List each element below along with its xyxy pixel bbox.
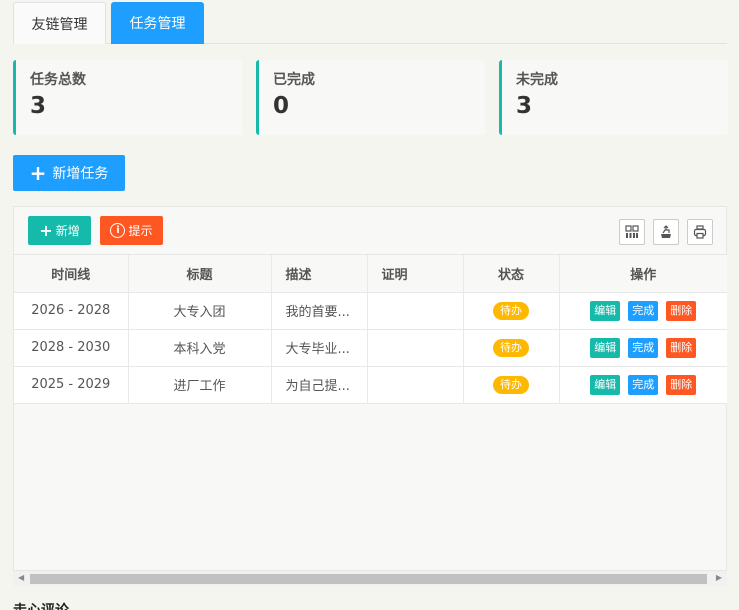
cell-actions: 编辑 完成 删除 xyxy=(559,366,727,404)
column-header-description: 描述 xyxy=(271,255,368,293)
column-header-proof: 证明 xyxy=(367,255,464,293)
export-icon[interactable] xyxy=(653,219,679,245)
toolbar-tip-label: 提示 xyxy=(128,224,153,238)
print-icon[interactable] xyxy=(687,219,713,245)
delete-button[interactable]: 删除 xyxy=(666,337,697,358)
stat-card-completed: 已完成 0 xyxy=(256,60,485,135)
cell-title: 大专入团 xyxy=(128,292,272,330)
task-table-panel: + 新增 i 提示 时间线 标题 描述 证明 状态 操作 2026 - 2028… xyxy=(13,206,727,586)
cell-description: 为自己提... xyxy=(271,366,368,404)
edit-button[interactable]: 编辑 xyxy=(590,300,621,321)
cell-timeline: 2026 - 2028 xyxy=(14,292,129,330)
cell-title: 进厂工作 xyxy=(128,366,272,404)
add-task-button[interactable]: + 新增任务 xyxy=(13,155,125,191)
info-icon: i xyxy=(110,223,126,238)
task-table: 时间线 标题 描述 证明 状态 操作 2026 - 2028 大专入团 我的首要… xyxy=(14,255,727,404)
toolbar-tip-button[interactable]: i 提示 xyxy=(100,216,163,245)
cell-title: 本科入党 xyxy=(128,329,272,367)
cell-actions: 编辑 完成 删除 xyxy=(559,329,727,367)
stat-value: 3 xyxy=(516,93,533,119)
add-task-label: 新增任务 xyxy=(52,166,109,182)
delete-button[interactable]: 删除 xyxy=(666,374,697,395)
column-header-status: 状态 xyxy=(463,255,560,293)
cell-status: 待办 xyxy=(463,329,560,367)
cell-status: 待办 xyxy=(463,292,560,330)
column-header-title: 标题 xyxy=(128,255,272,293)
table-toolbar: + 新增 i 提示 xyxy=(14,207,726,255)
status-badge: 待办 xyxy=(493,301,529,320)
tab-bar: 友链管理 任务管理 xyxy=(13,2,727,44)
delete-button[interactable]: 删除 xyxy=(666,300,697,321)
scroll-right-icon[interactable]: ▶ xyxy=(716,573,722,582)
stat-label: 未完成 xyxy=(516,72,558,88)
horizontal-scrollbar[interactable]: ◀ ▶ xyxy=(13,570,727,586)
cell-proof xyxy=(367,292,464,330)
stat-value: 0 xyxy=(273,93,290,119)
cell-actions: 编辑 完成 删除 xyxy=(559,292,727,330)
table-row: 2025 - 2029 进厂工作 为自己提... 待办 编辑 完成 删除 xyxy=(14,366,727,404)
tab-links-management[interactable]: 友链管理 xyxy=(13,2,106,44)
toolbar-add-label: 新增 xyxy=(55,224,80,238)
table-header-row: 时间线 标题 描述 证明 状态 操作 xyxy=(14,255,727,293)
cell-status: 待办 xyxy=(463,366,560,404)
scroll-left-icon[interactable]: ◀ xyxy=(18,573,24,582)
stat-card-incomplete: 未完成 3 xyxy=(499,60,728,135)
tab-task-management[interactable]: 任务管理 xyxy=(111,2,204,44)
cell-description: 我的首要... xyxy=(271,292,368,330)
complete-button[interactable]: 完成 xyxy=(628,300,659,321)
column-header-actions: 操作 xyxy=(559,255,727,293)
scroll-thumb[interactable] xyxy=(30,574,707,584)
table-row: 2026 - 2028 大专入团 我的首要... 待办 编辑 完成 删除 xyxy=(14,292,727,330)
status-badge: 待办 xyxy=(493,375,529,394)
edit-button[interactable]: 编辑 xyxy=(590,337,621,358)
stat-label: 已完成 xyxy=(273,72,315,88)
complete-button[interactable]: 完成 xyxy=(628,337,659,358)
table-row: 2028 - 2030 本科入党 大专毕业... 待办 编辑 完成 删除 xyxy=(14,329,727,367)
column-header-timeline: 时间线 xyxy=(14,255,129,293)
columns-icon[interactable] xyxy=(619,219,645,245)
stat-card-total: 任务总数 3 xyxy=(13,60,242,135)
edit-button[interactable]: 编辑 xyxy=(590,374,621,395)
cell-proof xyxy=(367,329,464,367)
stat-label: 任务总数 xyxy=(30,72,86,88)
plus-icon: + xyxy=(29,161,47,185)
toolbar-add-button[interactable]: + 新增 xyxy=(28,216,91,245)
cell-description: 大专毕业... xyxy=(271,329,368,367)
stat-value: 3 xyxy=(30,93,47,119)
section-heading: 走心评论 xyxy=(13,600,69,610)
complete-button[interactable]: 完成 xyxy=(628,374,659,395)
status-badge: 待办 xyxy=(493,338,529,357)
cell-timeline: 2025 - 2029 xyxy=(14,366,129,404)
plus-icon: + xyxy=(39,220,53,240)
cell-timeline: 2028 - 2030 xyxy=(14,329,129,367)
cell-proof xyxy=(367,366,464,404)
